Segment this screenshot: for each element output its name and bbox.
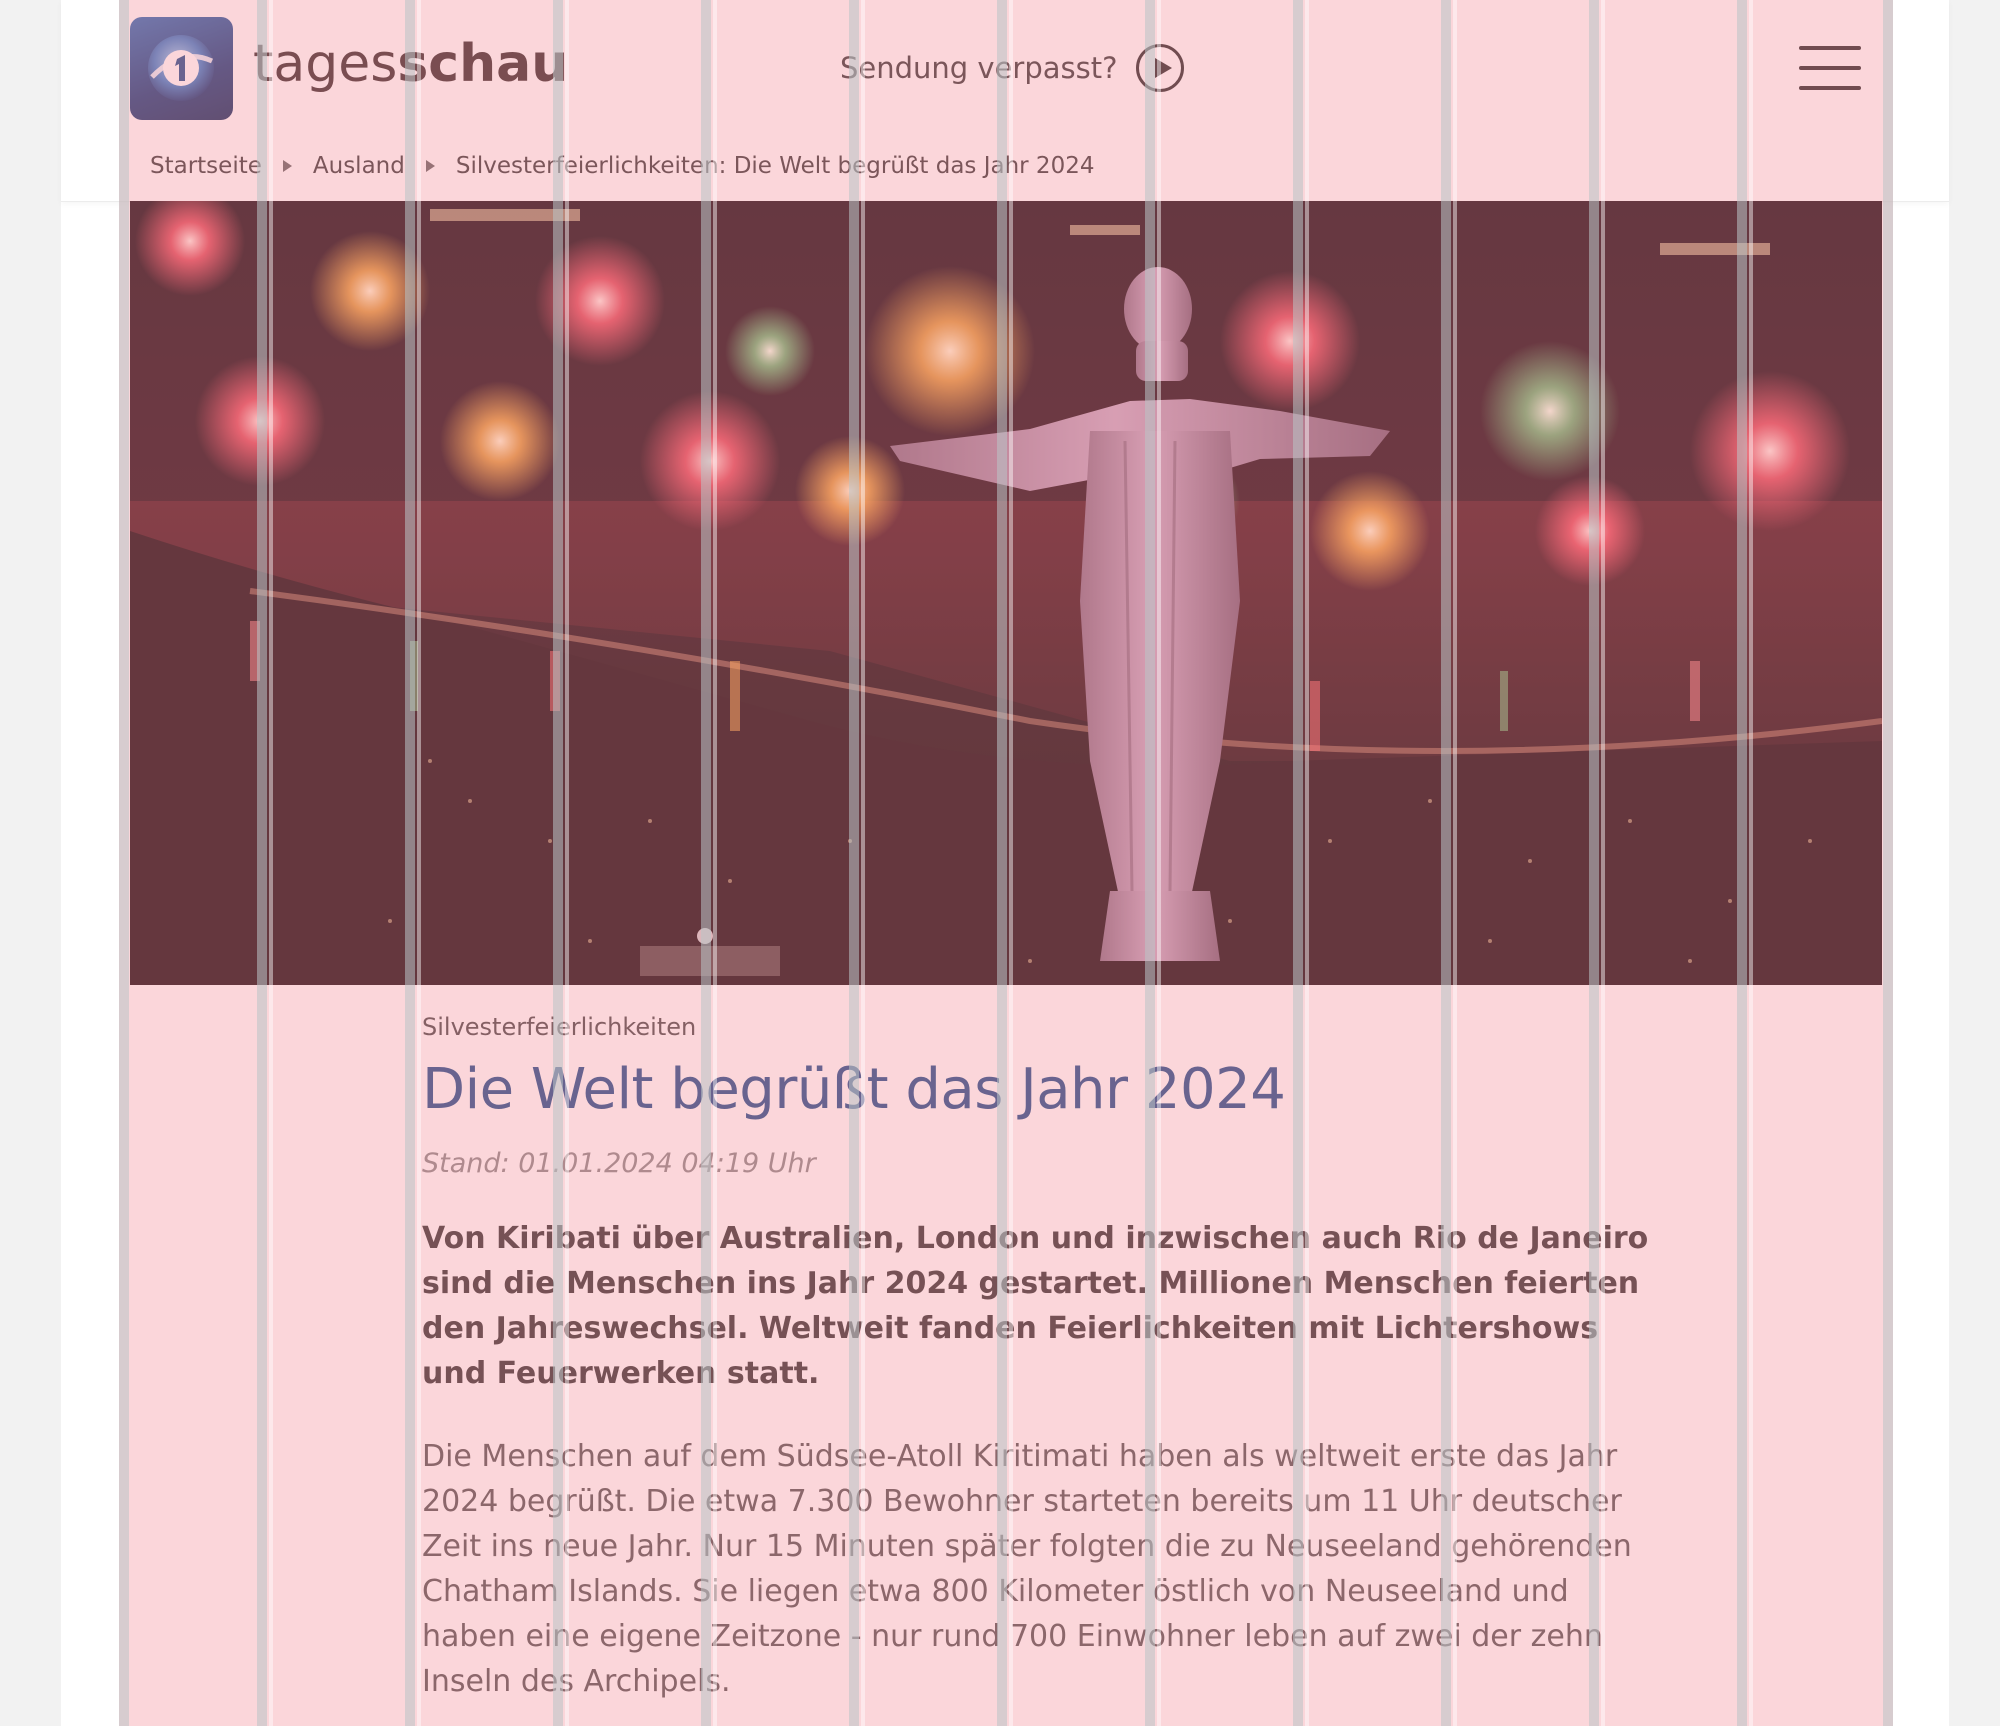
article-topline: Silvesterfeierlichkeiten [422,1013,697,1041]
fireworks-rio-image [130,201,1882,985]
missed-broadcast-link[interactable]: Sendung verpasst? [840,38,1184,98]
site-header: tagesschau Sendung verpasst? Startseite … [61,0,1949,202]
hero-image [130,201,1882,985]
brand-light: tages [253,34,398,94]
article-body-paragraph: Die Menschen auf dem Südsee-Atoll Kiriti… [422,1439,1632,1699]
article-headline: Die Welt begrüßt das Jahr 2024 [422,1057,1286,1122]
brand-wordmark[interactable]: tagesschau [253,34,568,94]
play-circle-icon [1135,44,1184,92]
breadcrumb-item-startseite[interactable]: Startseite [150,153,262,179]
article-timestamp: Stand: 01.01.2024 04:19 Uhr [422,1148,816,1179]
chevron-right-icon [425,160,435,172]
article-lead: Von Kiribati über Australien, London und… [422,1221,1649,1391]
breadcrumb: Startseite Ausland Silvesterfeierlichkei… [150,153,1094,179]
hamburger-menu-icon[interactable] [1799,46,1861,90]
breadcrumb-item-ausland[interactable]: Ausland [313,153,405,179]
article: Silvesterfeierlichkeiten Die Welt begrüß… [422,1010,1662,1704]
page: tagesschau Sendung verpasst? Startseite … [61,0,1949,1726]
breadcrumb-item-current: Silvesterfeierlichkeiten: Die Welt begrü… [455,153,1095,179]
ard-logo-icon[interactable] [130,17,233,120]
brand-bold: schau [397,34,569,94]
chevron-right-icon [282,160,292,172]
missed-broadcast-label: Sendung verpasst? [840,51,1118,85]
